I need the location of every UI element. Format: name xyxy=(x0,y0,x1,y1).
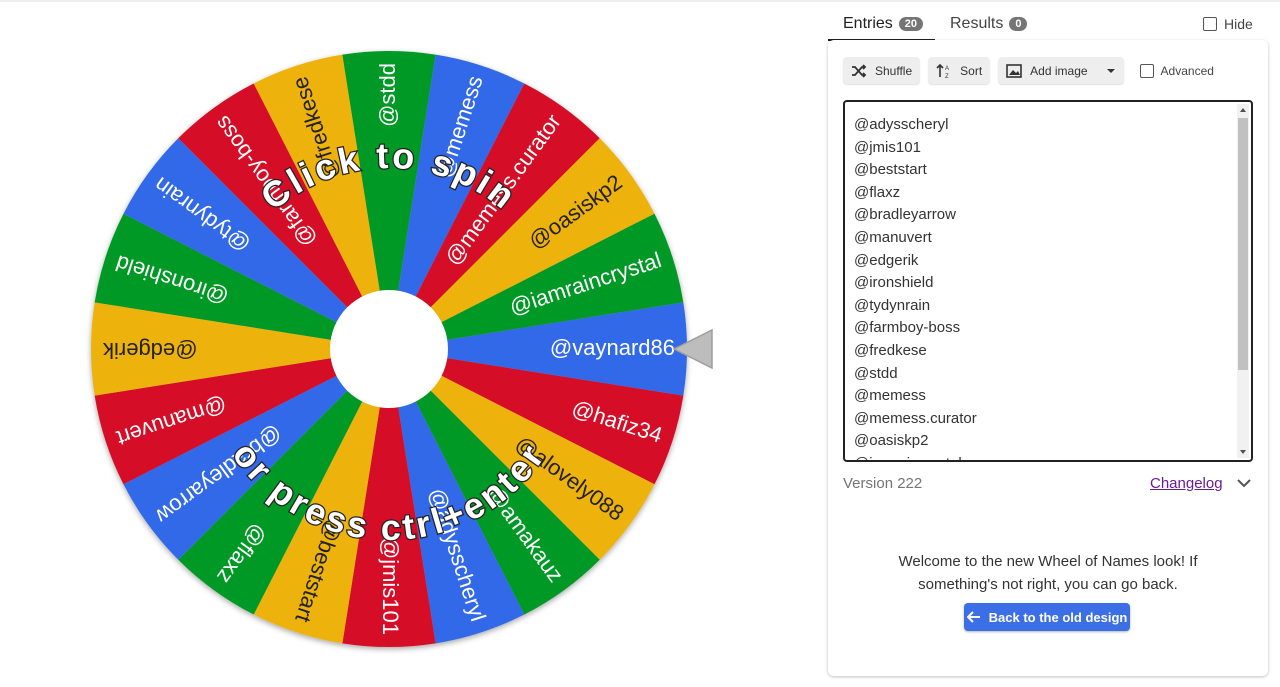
hide-label: Hide xyxy=(1224,16,1253,32)
scroll-up-icon[interactable] xyxy=(1240,108,1246,112)
entries-scrollbar[interactable] xyxy=(1237,104,1249,458)
top-divider xyxy=(0,0,1280,2)
image-icon xyxy=(1006,63,1022,78)
shuffle-icon xyxy=(852,63,867,78)
advanced-checkbox-box[interactable] xyxy=(1139,63,1154,78)
back-to-old-design-button[interactable]: Back to the old design xyxy=(964,603,1130,631)
arrow-left-icon xyxy=(966,611,980,623)
welcome-message: Welcome to the new Wheel of Names look! … xyxy=(868,551,1228,596)
entry-line[interactable]: @edgerik xyxy=(854,250,977,273)
add-image-label: Add image xyxy=(1030,63,1088,78)
add-image-button[interactable]: Add image xyxy=(998,57,1124,84)
sort-icon: AZ xyxy=(936,63,949,79)
tab-entries-label: Entries xyxy=(843,15,893,32)
hide-checkbox-box[interactable] xyxy=(1203,17,1217,31)
tab-results[interactable]: Results 0 xyxy=(950,8,1028,40)
wheel-slice-label: @vaynard86 xyxy=(550,335,675,360)
entry-line[interactable]: @memess.curator xyxy=(854,408,977,431)
entries-count-badge: 20 xyxy=(898,17,924,31)
tab-results-label: Results xyxy=(950,15,1004,32)
sort-label: Sort xyxy=(960,63,983,78)
entry-line[interactable]: @memess xyxy=(854,385,977,408)
advanced-checkbox[interactable]: Advanced xyxy=(1139,63,1214,78)
entry-line[interactable]: @bradleyarrow xyxy=(854,204,977,227)
wheel-slice-label: @edgerik xyxy=(102,338,197,363)
tab-entries[interactable]: Entries 20 xyxy=(843,8,924,40)
entry-line[interactable]: @tydynrain xyxy=(854,295,977,318)
entries-list[interactable]: @adysscheryl @jmis101 @beststart @flaxz @bra… xyxy=(854,114,977,460)
hide-checkbox[interactable]: Hide xyxy=(1203,16,1253,32)
changelog-link[interactable]: Changelog xyxy=(1150,475,1223,492)
entry-line[interactable]: @flaxz xyxy=(854,182,977,205)
scroll-down-icon[interactable] xyxy=(1240,450,1246,454)
back-button-label: Back to the old design xyxy=(988,609,1128,625)
entry-line[interactable]: @adysscheryl xyxy=(854,114,977,137)
spin-wheel[interactable]: @vaynard86@hafiz34@alovely088@amakauz@ad… xyxy=(82,40,722,660)
entry-line[interactable]: @stdd xyxy=(854,363,977,386)
entry-line[interactable]: @beststart xyxy=(854,159,977,182)
chevron-down-icon[interactable] xyxy=(1236,476,1252,490)
scrollbar-thumb[interactable] xyxy=(1238,118,1248,370)
entries-toolbar: Shuffle AZ Sort Add image Advanced xyxy=(843,57,1214,84)
shuffle-button[interactable]: Shuffle xyxy=(843,57,921,84)
svg-text:Z: Z xyxy=(945,74,949,79)
entry-line[interactable]: @oasiskp2 xyxy=(854,430,977,453)
results-count-badge: 0 xyxy=(1009,17,1028,31)
shuffle-label: Shuffle xyxy=(875,63,913,78)
entries-textarea[interactable]: @adysscheryl @jmis101 @beststart @flaxz @bra… xyxy=(843,100,1253,462)
entry-line[interactable]: @iamraincrystal xyxy=(854,453,977,460)
entry-line[interactable]: @farmboy-boss xyxy=(854,317,977,340)
wheel-slice-label: @stdd xyxy=(375,63,400,127)
version-label: Version 222 xyxy=(843,475,923,492)
svg-text:A: A xyxy=(945,66,949,72)
welcome-line-1: Welcome to the new Wheel of Names look! … xyxy=(898,553,1198,570)
wheel-center-hub[interactable] xyxy=(330,290,448,408)
advanced-label: Advanced xyxy=(1160,63,1214,78)
entry-line[interactable]: @manuvert xyxy=(854,227,977,250)
entry-line[interactable]: @ironshield xyxy=(854,272,977,295)
entry-line[interactable]: @jmis101 xyxy=(854,137,977,160)
welcome-line-2: something's not right, you can go back. xyxy=(918,575,1178,593)
entry-line[interactable]: @fredkese xyxy=(854,340,977,363)
panel-tabs: Entries 20 Results 0 xyxy=(828,8,1268,42)
wheel-slice-label: @jmis101 xyxy=(378,537,403,635)
dropdown-caret-icon[interactable] xyxy=(1106,68,1116,74)
sort-button[interactable]: AZ Sort xyxy=(928,57,991,84)
wheel-area[interactable]: @vaynard86 @hafiz34 @alovely088 @amakauz @ad… xyxy=(82,40,722,660)
